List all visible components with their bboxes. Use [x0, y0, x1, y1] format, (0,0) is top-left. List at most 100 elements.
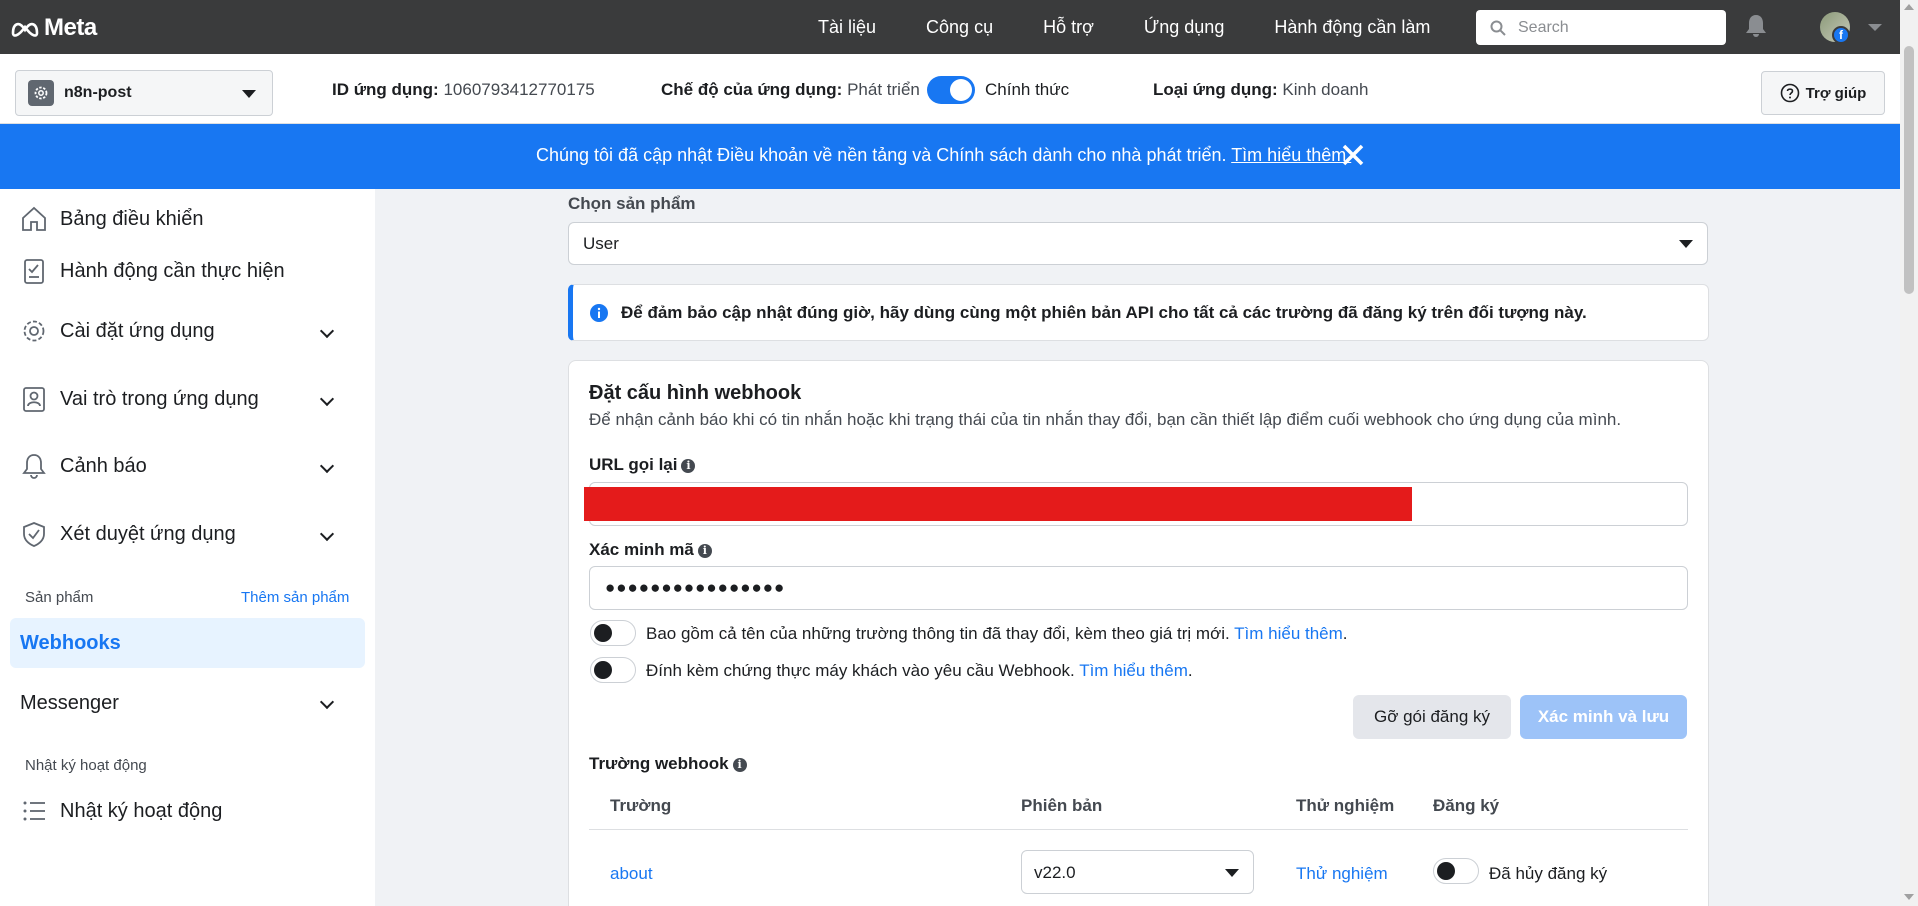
info-icon	[590, 303, 608, 322]
nav-link-apps[interactable]: Ứng dụng	[1144, 17, 1224, 38]
meta-logo[interactable]: Meta	[10, 14, 97, 42]
field-name-link[interactable]: about	[610, 864, 653, 884]
bell-icon[interactable]	[1745, 14, 1767, 38]
question-circle-icon	[1780, 83, 1799, 103]
search-icon	[1490, 20, 1506, 36]
app-mode-toggle[interactable]	[927, 76, 975, 104]
shield-check-icon	[23, 522, 45, 547]
meta-logo-icon	[11, 22, 39, 37]
app-gear-icon	[28, 80, 54, 106]
table-divider	[589, 829, 1688, 830]
sidebar-item-messenger[interactable]: Messenger	[20, 692, 119, 715]
app-type-label: Loại ứng dụng:	[1153, 80, 1278, 99]
column-header-subscribe: Đăng ký	[1433, 796, 1500, 815]
include-values-text: Bao gồm cả tên của những trường thông ti…	[646, 624, 1230, 643]
version-select-value: v22.0	[1034, 863, 1076, 882]
notice-text: Để đảm bảo cập nhật đúng giờ, hãy dùng c…	[621, 302, 1587, 322]
sidebar-item-label: Cài đặt ứng dụng	[60, 319, 215, 342]
logo-text: Meta	[44, 14, 97, 41]
redacted-url	[584, 487, 1412, 521]
search-placeholder: Search	[1518, 18, 1569, 36]
test-link[interactable]: Thử nghiệm	[1296, 864, 1388, 884]
version-select[interactable]: v22.0	[1021, 850, 1254, 894]
search-input[interactable]: Search	[1476, 10, 1726, 45]
client-cert-toggle[interactable]	[590, 657, 636, 683]
callback-url-label: URL gọi lại i	[589, 455, 696, 475]
column-header-field: Trường	[610, 796, 672, 815]
close-icon[interactable]	[1341, 143, 1365, 167]
checklist-icon	[24, 259, 44, 284]
subscription-status: Đã hủy đăng ký	[1489, 864, 1608, 883]
sidebar-item-activity-log[interactable]: Nhật ký hoạt động	[20, 797, 222, 825]
scroll-down-arrow-icon[interactable]	[1904, 894, 1914, 900]
column-header-test: Thử nghiệm	[1296, 796, 1395, 815]
top-navbar: Meta Tài liệu Công cụ Hỗ trợ Ứng dụng Hà…	[0, 0, 1900, 54]
nav-link-tools[interactable]: Công cụ	[926, 17, 993, 38]
include-values-toggle[interactable]	[590, 620, 636, 646]
webhook-fields-label-text: Trường webhook	[589, 754, 729, 773]
app-mode: Chế độ của ứng dụng: Phát triển	[661, 80, 920, 100]
app-id: ID ứng dụng: 1060793412770175	[332, 80, 595, 100]
include-values-option: Bao gồm cả tên của những trường thông ti…	[646, 624, 1348, 643]
scrollbar-thumb[interactable]	[1904, 46, 1914, 294]
banner-message: Chúng tôi đã cập nhật Điều khoản về nền …	[536, 145, 1227, 165]
home-icon	[22, 206, 46, 231]
help-button[interactable]: Trợ giúp	[1761, 71, 1885, 115]
sidebar-item-alerts[interactable]: Cảnh báo	[20, 452, 147, 480]
add-product-link[interactable]: Thêm sản phẩm	[241, 589, 349, 606]
sidebar-item-app-roles[interactable]: Vai trò trong ứng dụng	[20, 385, 259, 413]
policy-update-banner: Chúng tôi đã cập nhật Điều khoản về nền …	[0, 124, 1900, 189]
sidebar-item-label: Cảnh báo	[60, 454, 147, 477]
app-id-label: ID ứng dụng:	[332, 80, 439, 99]
scrollbar[interactable]	[1900, 0, 1918, 906]
app-selector-dropdown[interactable]: n8n-post	[15, 70, 273, 116]
list-icon	[23, 801, 45, 821]
webhook-fields-label: Trường webhook i	[589, 754, 747, 774]
app-type: Loại ứng dụng: Kinh doanh	[1153, 80, 1368, 100]
callback-url-label-text: URL gọi lại	[589, 455, 678, 474]
info-icon[interactable]: i	[681, 459, 696, 473]
nav-link-actions[interactable]: Hành động cần làm	[1274, 17, 1430, 38]
products-section-heading: Sản phẩm	[25, 589, 94, 606]
verify-token-label-text: Xác minh mã	[589, 540, 694, 559]
chevron-down-icon[interactable]	[1868, 24, 1882, 31]
sidebar-item-dashboard[interactable]: Bảng điều khiển	[20, 205, 203, 233]
subscribe-toggle[interactable]	[1433, 858, 1479, 884]
sidebar-item-label: Bảng điều khiển	[60, 207, 204, 230]
gear-icon	[23, 320, 45, 342]
sidebar-item-label: Nhật ký hoạt động	[60, 799, 223, 822]
help-label: Trợ giúp	[1805, 84, 1867, 102]
banner-learn-more-link[interactable]: Tìm hiểu thêm.	[1231, 145, 1351, 165]
learn-more-link[interactable]: Tìm hiểu thêm	[1079, 661, 1188, 680]
sidebar-item-required-actions[interactable]: Hành động cần thực hiện	[20, 257, 285, 285]
info-icon[interactable]: i	[697, 544, 712, 558]
unsubscribe-button[interactable]: Gỡ gói đăng ký	[1353, 695, 1511, 739]
sidebar-item-app-review[interactable]: Xét duyệt ứng dụng	[20, 520, 236, 548]
verify-token-label: Xác minh mã i	[589, 540, 712, 560]
verify-and-save-button[interactable]: Xác minh và lưu	[1520, 695, 1687, 739]
facebook-icon: f	[1832, 26, 1850, 44]
product-select-value: User	[583, 234, 619, 253]
info-icon[interactable]: i	[732, 758, 747, 772]
sidebar-item-label: Messenger	[20, 692, 119, 714]
product-select-label: Chọn sản phẩm	[568, 194, 696, 213]
app-mode-label: Chế độ của ứng dụng:	[661, 80, 843, 99]
app-id-value: 1060793412770175	[443, 80, 595, 99]
card-description: Để nhận cảnh báo khi có tin nhắn hoặc kh…	[589, 410, 1622, 429]
app-name: n8n-post	[64, 84, 132, 101]
product-select[interactable]: User	[568, 222, 1708, 265]
scroll-up-arrow-icon[interactable]	[1904, 4, 1914, 10]
bell-outline-icon	[22, 454, 46, 479]
card-title: Đặt cấu hình webhook	[589, 382, 802, 404]
nav-link-support[interactable]: Hỗ trợ	[1043, 17, 1094, 38]
column-header-version: Phiên bản	[1021, 796, 1103, 815]
nav-link-docs[interactable]: Tài liệu	[818, 17, 876, 38]
sidebar-item-label: Vai trò trong ứng dụng	[60, 387, 259, 410]
sidebar-item-app-settings[interactable]: Cài đặt ứng dụng	[20, 317, 215, 345]
chevron-down-icon	[242, 90, 256, 98]
chevron-down-icon	[1225, 869, 1239, 877]
top-nav-links: Tài liệu Công cụ Hỗ trợ Ứng dụng Hành độ…	[818, 0, 1480, 54]
id-badge-icon	[23, 387, 45, 412]
learn-more-link[interactable]: Tìm hiểu thêm	[1234, 624, 1343, 643]
mode-live-label: Chính thức	[985, 80, 1070, 99]
